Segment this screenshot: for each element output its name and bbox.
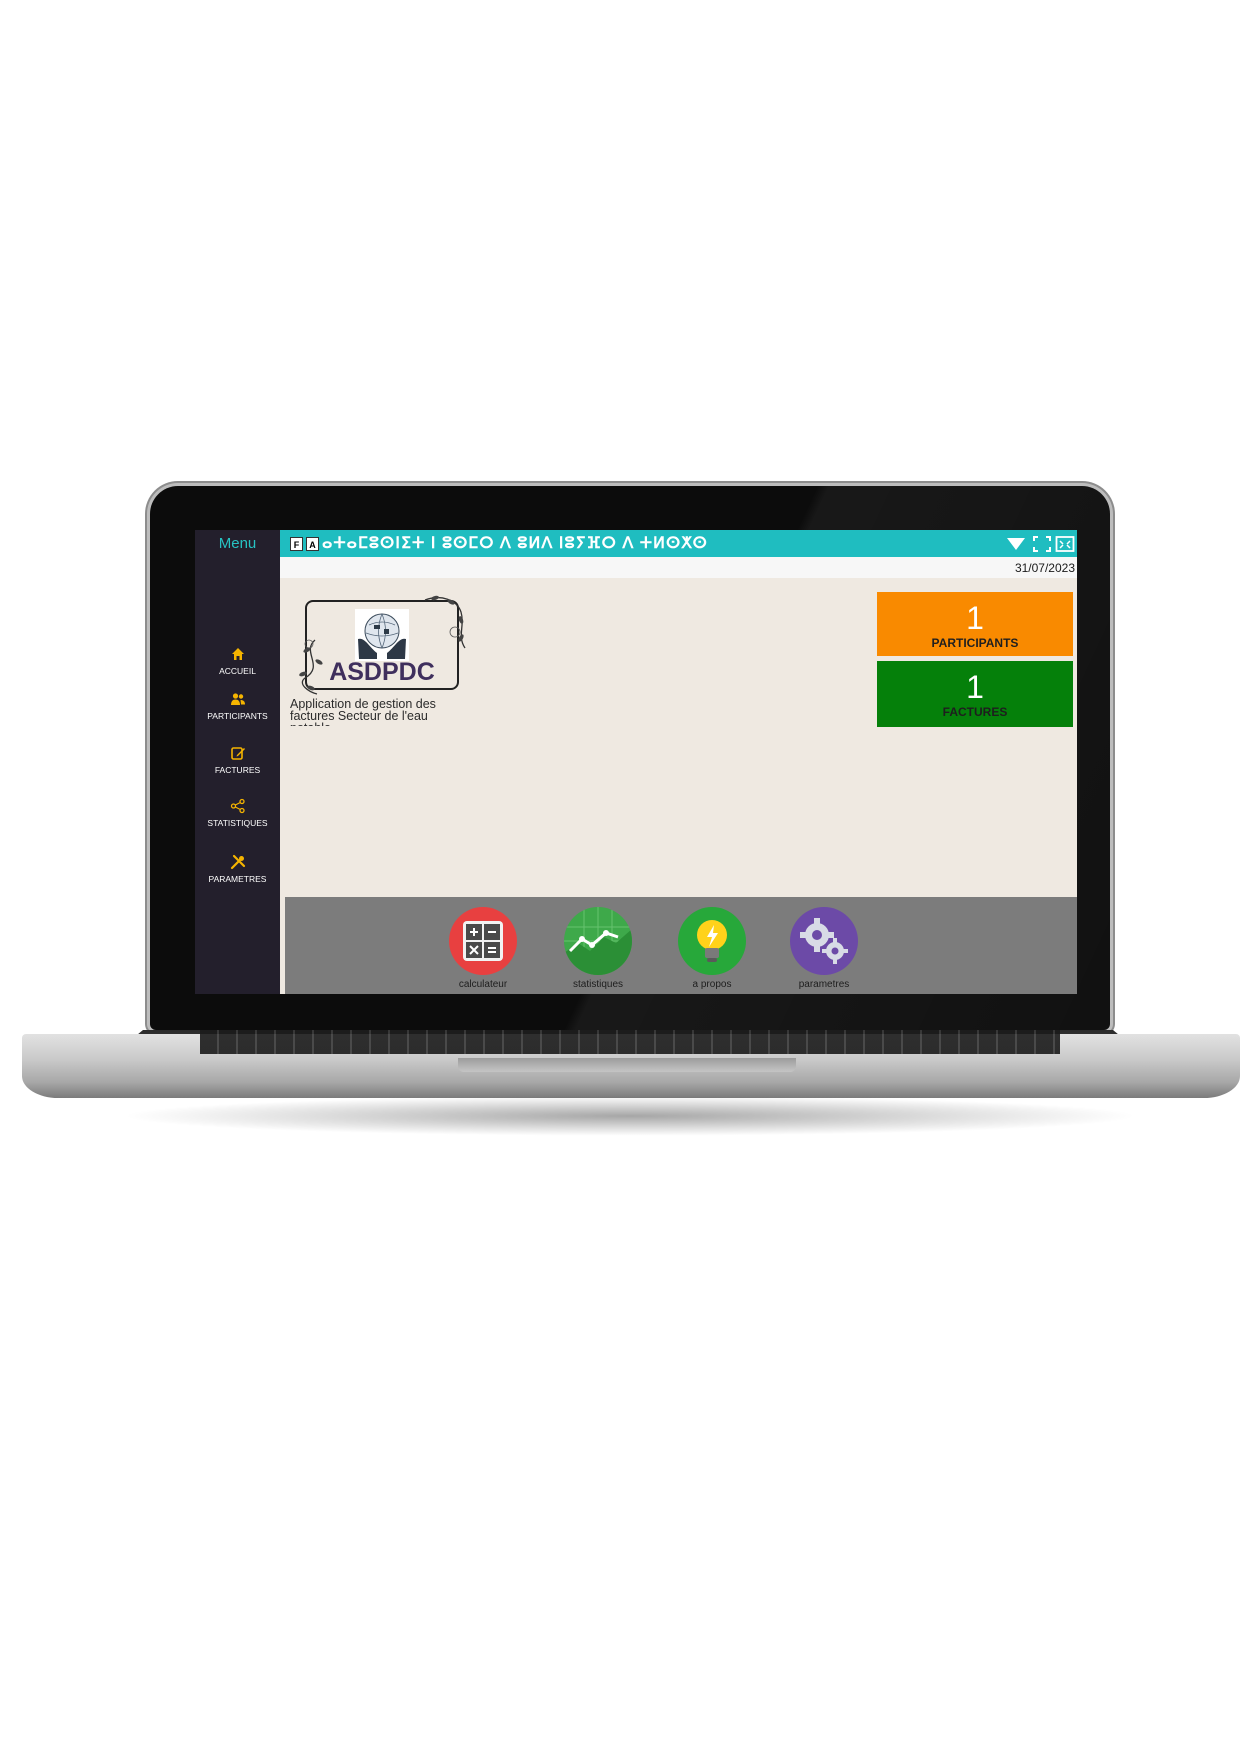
- participants-card[interactable]: 1 PARTICIPANTS: [877, 592, 1073, 656]
- current-date: 31/07/2023: [1014, 561, 1075, 575]
- tools-icon: [230, 854, 245, 870]
- sidebar-item-label: FACTURES: [214, 765, 261, 775]
- factures-count: 1: [966, 669, 984, 705]
- participants-card-label: PARTICIPANTS: [931, 636, 1019, 650]
- launcher-bar: calculateur statistiques a propos parame…: [285, 897, 1077, 994]
- app-title: ⴰⵜⴰⵎⵓⵙⵏⵉⵜ ⵏ ⵓⵙⵎⵔ ⴷ ⵓⵍⴷ ⵏⵓⵢⴼⵔ ⴷ ⵜⵍⵙⵅⵙ: [322, 535, 708, 552]
- a-propos-button[interactable]: a propos: [667, 907, 757, 994]
- title-bar: F A ⴰⵜⴰⵎⵓⵙⵏⵉⵜ ⵏ ⵓⵙⵎⵔ ⴷ ⵓⵍⴷ ⵏⵓⵢⴼⵔ ⴷ ⵜⵍⵙⵅⵙ: [280, 530, 1077, 557]
- tile-label: statistiques: [572, 979, 624, 990]
- factures-card[interactable]: 1 FACTURES: [877, 661, 1073, 727]
- sidebar: Menu ACCUEIL PARTICIPANTS FACTURES STATI…: [195, 530, 280, 994]
- sidebar-item-participants[interactable]: PARTICIPANTS: [195, 691, 280, 721]
- globe-hands-logo-icon: [355, 609, 409, 661]
- tile-label: a propos: [692, 979, 732, 990]
- line-chart-icon: [564, 907, 632, 975]
- sidebar-item-factures[interactable]: FACTURES: [195, 745, 280, 775]
- participants-count: 1: [966, 600, 984, 636]
- sidebar-item-statistiques[interactable]: STATISTIQUES: [195, 798, 280, 828]
- tile-label: parametres: [798, 979, 850, 990]
- calculator-icon: [449, 907, 517, 975]
- sidebar-item-label: STATISTIQUES: [207, 818, 268, 828]
- mini-a-button[interactable]: A: [306, 537, 319, 551]
- tile-label: calculateur: [458, 979, 508, 990]
- date-bar: 31/07/2023: [280, 557, 1077, 578]
- parametres-button[interactable]: parametres: [779, 907, 869, 994]
- sidebar-item-label: PARAMETRES: [208, 874, 267, 884]
- users-icon: [230, 693, 245, 705]
- laptop-shadow: [120, 1096, 1140, 1136]
- app-logo: ASDPDC: [299, 595, 466, 695]
- gears-icon: [790, 907, 858, 975]
- mini-f-button[interactable]: F: [290, 537, 303, 551]
- logo-name: ASDPDC: [329, 658, 435, 686]
- window-restore-icon[interactable]: [1055, 535, 1075, 553]
- fullscreen-icon[interactable]: [1032, 535, 1052, 553]
- keyboard: [200, 1030, 1060, 1054]
- app-screen: Menu ACCUEIL PARTICIPANTS FACTURES STATI…: [195, 530, 1077, 994]
- sidebar-item-parametres[interactable]: PARAMETRES: [195, 854, 280, 884]
- logo-subtitle: Application de gestion des factures Sect…: [290, 698, 436, 726]
- touchpad-notch: [458, 1058, 796, 1072]
- share-nodes-icon: [230, 798, 245, 814]
- menu-button[interactable]: Menu: [195, 530, 280, 557]
- edit-icon: [230, 747, 245, 760]
- lightbulb-icon: [678, 907, 746, 975]
- sidebar-item-accueil[interactable]: ACCUEIL: [195, 646, 280, 676]
- statistiques-button[interactable]: statistiques: [553, 907, 643, 994]
- sidebar-item-label: ACCUEIL: [219, 666, 256, 676]
- home-icon: [231, 648, 244, 660]
- sidebar-item-label: PARTICIPANTS: [207, 711, 268, 721]
- dropdown-triangle-icon[interactable]: [1006, 535, 1026, 553]
- vine-ornament-right: [424, 595, 466, 649]
- calculateur-button[interactable]: calculateur: [438, 907, 528, 994]
- factures-card-label: FACTURES: [942, 705, 1008, 719]
